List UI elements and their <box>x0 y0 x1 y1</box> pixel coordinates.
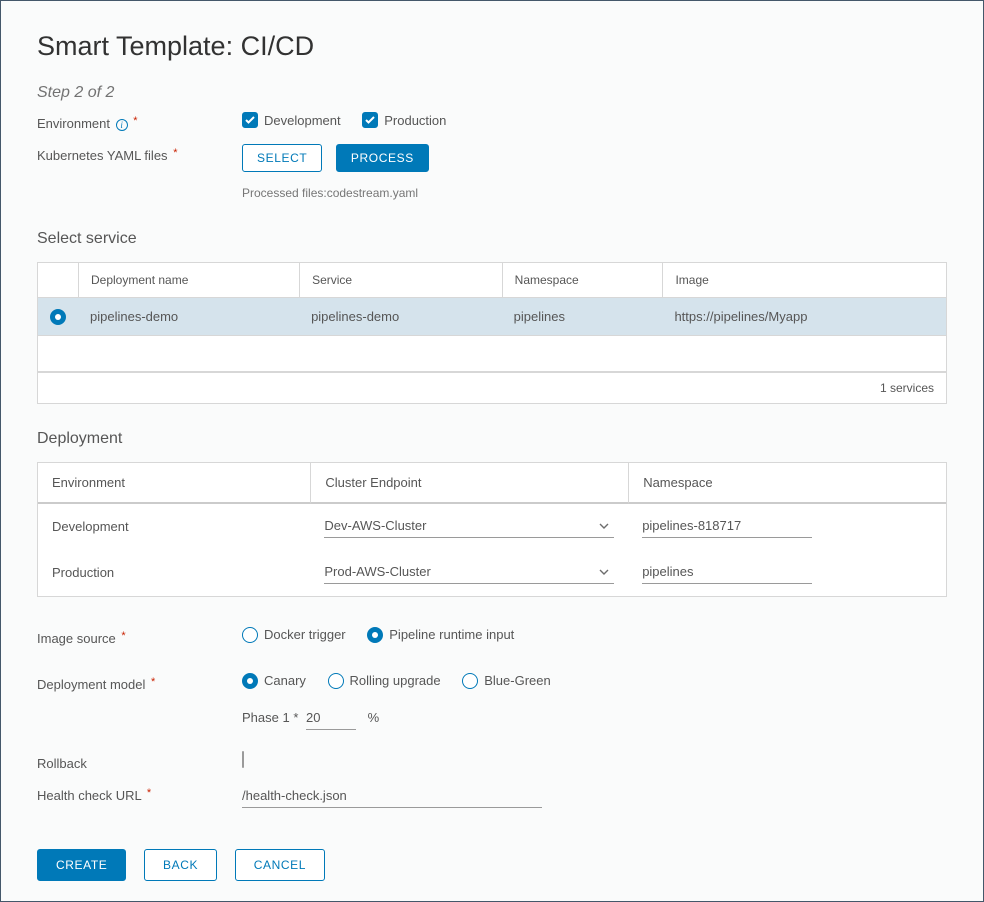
deployment-model-options: Canary Rolling upgrade Blue-Green Phase … <box>242 673 947 730</box>
rollback-label: Rollback <box>37 752 242 771</box>
deployment-heading: Deployment <box>37 430 947 448</box>
deployment-model-label-text: Deployment model <box>37 677 145 692</box>
create-button[interactable]: Create <box>37 849 126 881</box>
service-table: Deployment name Service Namespace Image … <box>37 262 947 373</box>
rollback-row: Rollback <box>37 752 947 776</box>
required-marker: * <box>147 787 151 799</box>
image-source-options: Docker trigger Pipeline runtime input <box>242 627 947 646</box>
processed-prefix: Processed files: <box>242 186 327 200</box>
env-production-checkbox[interactable]: Production <box>362 112 446 128</box>
page-title: Smart Template: CI/CD <box>37 31 947 62</box>
service-col-image: Image <box>662 263 946 298</box>
deployment-model-option-label: Canary <box>264 673 306 688</box>
environment-options: Development Production <box>242 112 947 128</box>
deployment-row: Production <box>38 550 946 596</box>
dep-col-cluster: Cluster Endpoint <box>310 463 628 504</box>
deployment-table: Environment Cluster Endpoint Namespace D… <box>37 462 947 597</box>
processed-file: codestream.yaml <box>327 186 418 200</box>
processed-files-text: Processed files:codestream.yaml <box>242 186 947 200</box>
step-indicator: Step 2 of 2 <box>37 84 947 102</box>
phase-percent-input[interactable] <box>306 708 356 730</box>
service-col-deployment: Deployment name <box>78 263 299 298</box>
environment-label: Environment i * <box>37 112 242 131</box>
footer-actions: Create Back Cancel <box>37 849 325 881</box>
dep-col-env: Environment <box>38 463 310 504</box>
yaml-controls: Select Process Processed files:codestrea… <box>242 144 947 200</box>
service-namespace: pipelines <box>502 298 663 336</box>
deployment-model-bluegreen[interactable]: Blue-Green <box>462 673 550 689</box>
deployment-model-row: Deployment model * Canary Rolling upgrad… <box>37 673 947 730</box>
healthcheck-label-text: Health check URL <box>37 788 141 803</box>
image-source-pipeline-input[interactable]: Pipeline runtime input <box>367 627 514 643</box>
radio-icon <box>328 673 344 689</box>
checkbox-icon <box>242 112 258 128</box>
image-source-docker-trigger[interactable]: Docker trigger <box>242 627 346 643</box>
image-source-label: Image source * <box>37 627 242 646</box>
required-marker: * <box>293 710 298 725</box>
cancel-button[interactable]: Cancel <box>235 849 325 881</box>
health-check-url-input[interactable] <box>242 786 542 808</box>
phase-label: Phase 1 <box>242 710 290 725</box>
deployment-model-canary[interactable]: Canary <box>242 673 306 689</box>
deployment-row: Development <box>38 504 946 550</box>
namespace-input[interactable] <box>642 516 812 538</box>
image-source-label-text: Image source <box>37 631 116 646</box>
healthcheck-row: Health check URL * <box>37 784 947 808</box>
service-empty-row <box>38 336 946 372</box>
dep-col-namespace: Namespace <box>628 463 946 504</box>
service-row-radio[interactable] <box>50 309 66 325</box>
cluster-endpoint-select[interactable] <box>324 516 614 538</box>
service-image: https://pipelines/Myapp <box>662 298 946 336</box>
image-source-option-label: Pipeline runtime input <box>389 627 514 642</box>
environment-row: Environment i * Development Production <box>37 112 947 136</box>
service-col-radio <box>38 263 78 298</box>
yaml-label: Kubernetes YAML files * <box>37 144 242 163</box>
yaml-row: Kubernetes YAML files * Select Process P… <box>37 144 947 200</box>
deployment-model-option-label: Blue-Green <box>484 673 550 688</box>
service-row[interactable]: pipelines-demo pipelines-demo pipelines … <box>38 298 946 336</box>
yaml-label-text: Kubernetes YAML files <box>37 148 168 163</box>
radio-icon <box>462 673 478 689</box>
env-development-checkbox[interactable]: Development <box>242 112 341 128</box>
namespace-input[interactable] <box>642 562 812 584</box>
service-col-namespace: Namespace <box>502 263 663 298</box>
process-yaml-button[interactable]: Process <box>336 144 429 172</box>
cluster-endpoint-select[interactable] <box>324 562 614 584</box>
image-source-option-label: Docker trigger <box>264 627 346 642</box>
environment-label-text: Environment <box>37 116 110 131</box>
info-icon[interactable]: i <box>116 119 128 131</box>
dep-env: Development <box>38 504 310 550</box>
service-table-footer: 1 services <box>37 373 947 404</box>
back-button[interactable]: Back <box>144 849 217 881</box>
required-marker: * <box>173 147 177 159</box>
deployment-model-option-label: Rolling upgrade <box>350 673 441 688</box>
healthcheck-label: Health check URL * <box>37 784 242 803</box>
required-marker: * <box>133 115 137 127</box>
env-prod-label: Production <box>384 113 446 128</box>
smart-template-form: Smart Template: CI/CD Step 2 of 2 Enviro… <box>0 0 984 902</box>
required-marker: * <box>121 630 125 642</box>
service-col-service: Service <box>299 263 502 298</box>
dep-env: Production <box>38 550 310 596</box>
rollback-checkbox[interactable] <box>242 751 244 768</box>
radio-icon <box>367 627 383 643</box>
phase-row: Phase 1 * % <box>242 708 947 730</box>
env-dev-label: Development <box>264 113 341 128</box>
phase-unit: % <box>368 710 380 725</box>
required-marker: * <box>151 676 155 688</box>
radio-icon <box>242 673 258 689</box>
service-service: pipelines-demo <box>299 298 502 336</box>
service-deployment-name: pipelines-demo <box>78 298 299 336</box>
select-service-heading: Select service <box>37 230 947 248</box>
image-source-row: Image source * Docker trigger Pipeline r… <box>37 627 947 651</box>
select-yaml-button[interactable]: Select <box>242 144 322 172</box>
checkbox-icon <box>362 112 378 128</box>
radio-icon <box>242 627 258 643</box>
deployment-model-rolling[interactable]: Rolling upgrade <box>328 673 441 689</box>
deployment-model-label: Deployment model * <box>37 673 242 692</box>
